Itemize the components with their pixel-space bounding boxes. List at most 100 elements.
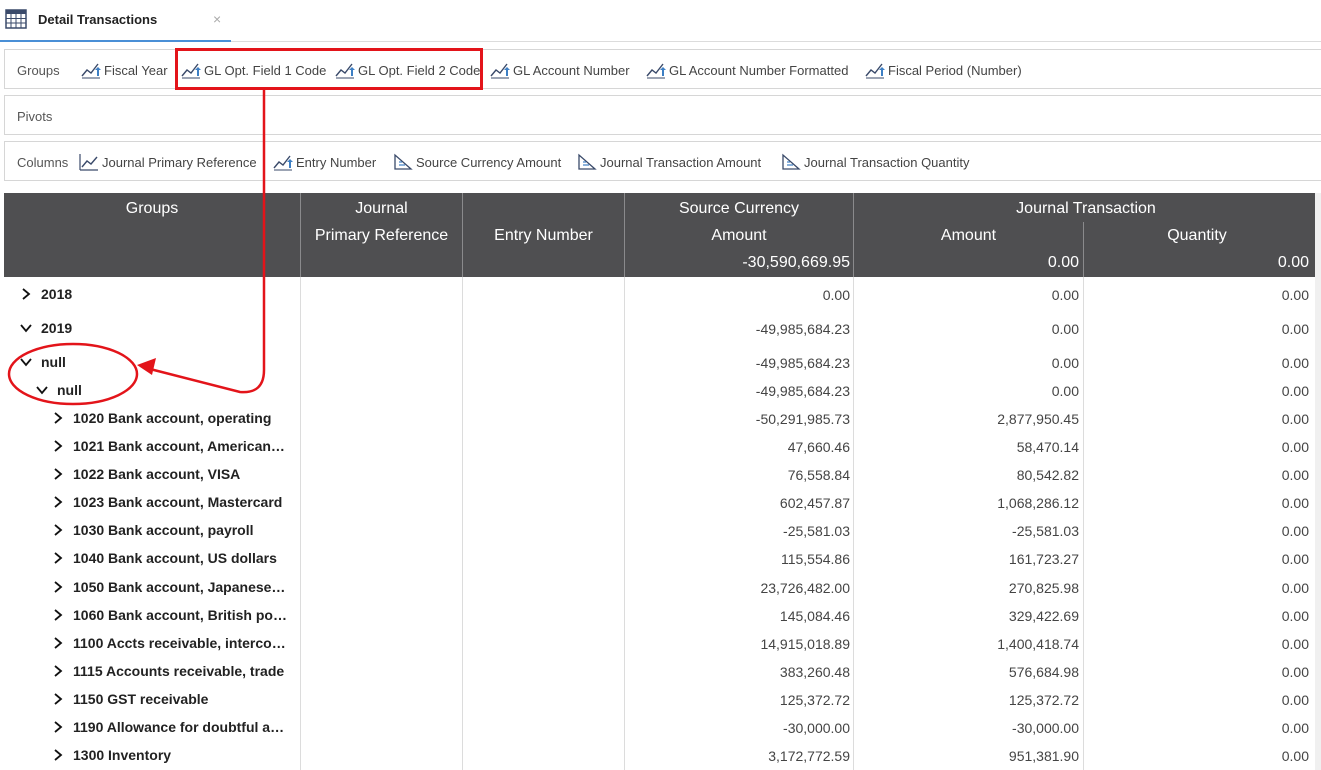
jt-quantity-cell: 0.00: [1281, 636, 1309, 652]
table-row[interactable]: 1100 Accts receivable, interco… 14,915,01…: [4, 631, 1321, 659]
header-journal-transaction: Journal Transaction: [1016, 200, 1156, 217]
group-cell[interactable]: 1150 GST receivable: [52, 691, 294, 707]
table-row[interactable]: 1040 Bank account, US dollars 115,554.86 1…: [4, 546, 1321, 574]
table-row[interactable]: 1030 Bank account, payroll -25,581.03 -25,…: [4, 518, 1321, 546]
source-amount-cell: -49,985,684.23: [755, 355, 850, 371]
table-row[interactable]: 1022 Bank account, VISA 76,558.84 80,542.8…: [4, 462, 1321, 490]
group-cell[interactable]: 1040 Bank account, US dollars: [52, 550, 294, 566]
header-source-line1[interactable]: Source Currency: [625, 200, 853, 218]
source-amount-cell: 602,457.87: [779, 495, 850, 511]
table-row[interactable]: 1115 Accounts receivable, trade 383,260.4…: [4, 659, 1321, 687]
group-cell[interactable]: 1022 Bank account, VISA: [52, 466, 294, 482]
jt-amount-cell: 0.00: [1051, 321, 1079, 337]
table-row[interactable]: 2019 -49,985,684.23 0.00 0.00: [4, 316, 1321, 344]
header-groups[interactable]: Groups: [4, 200, 300, 218]
column-chip-journal-primary-reference[interactable]: Journal Primary Reference: [79, 152, 257, 172]
chevron-right-icon[interactable]: [52, 468, 64, 480]
group-label: 2019: [41, 320, 73, 336]
group-cell[interactable]: 1030 Bank account, payroll: [52, 522, 294, 538]
group-cell[interactable]: 1060 Bank account, British po…: [52, 607, 294, 623]
group-chip-fiscal-year[interactable]: Fiscal Year: [81, 60, 168, 80]
header-journal-line1[interactable]: Journal: [301, 200, 462, 218]
chevron-right-icon[interactable]: [52, 721, 64, 733]
trend-icon: [646, 63, 666, 79]
column-chip-journal-transaction-amount[interactable]: Journal Transaction Amount: [577, 152, 761, 172]
chevron-right-icon[interactable]: [52, 412, 64, 424]
chevron-right-icon[interactable]: [52, 552, 64, 564]
header-source-line2[interactable]: Amount: [625, 227, 853, 245]
chevron-right-icon[interactable]: [52, 637, 64, 649]
group-cell[interactable]: 1021 Bank account, American…: [52, 438, 294, 454]
chevron-down-icon[interactable]: [36, 384, 48, 396]
group-cell[interactable]: null: [36, 382, 294, 398]
group-label: null: [57, 382, 82, 398]
column-chip-label: Journal Primary Reference: [102, 154, 257, 170]
source-amount-cell: -30,000.00: [783, 720, 850, 736]
column-chip-journal-transaction-quantity[interactable]: Journal Transaction Quantity: [781, 152, 969, 172]
chevron-right-icon[interactable]: [52, 693, 64, 705]
header-journal-line2[interactable]: Primary Reference: [301, 227, 462, 245]
trend-icon: [273, 155, 293, 171]
jt-quantity-cell: 0.00: [1281, 321, 1309, 337]
group-cell[interactable]: 1020 Bank account, operating: [52, 410, 294, 426]
group-label: 1190 Allowance for doubtful a…: [73, 719, 285, 735]
group-chip-gl-account-number-formatted[interactable]: GL Account Number Formatted: [646, 60, 848, 80]
chevron-down-icon[interactable]: [20, 322, 32, 334]
group-cell[interactable]: 1190 Allowance for doubtful a…: [52, 719, 294, 735]
vertical-scrollbar[interactable]: [1315, 193, 1321, 770]
table-row[interactable]: null -49,985,684.23 0.00 0.00: [4, 350, 1321, 378]
columns-label: Columns: [17, 155, 69, 170]
column-chip-entry-number[interactable]: Entry Number: [273, 152, 376, 172]
group-cell[interactable]: null: [20, 354, 294, 370]
group-label: 1021 Bank account, American…: [73, 438, 285, 454]
chevron-down-icon[interactable]: [20, 356, 32, 368]
table-row[interactable]: 2018 0.00 0.00 0.00: [4, 282, 1321, 310]
chevron-right-icon[interactable]: [52, 609, 64, 621]
pivots-label: Pivots: [17, 109, 53, 124]
group-cell[interactable]: 1115 Accounts receivable, trade: [52, 663, 294, 679]
jt-quantity-cell: 0.00: [1281, 287, 1309, 303]
close-icon[interactable]: ×: [213, 11, 221, 27]
column-chip-source-currency-amount[interactable]: Source Currency Amount: [393, 152, 561, 172]
group-cell[interactable]: 1023 Bank account, Mastercard: [52, 494, 294, 510]
table-row[interactable]: 1060 Bank account, British po… 145,084.46…: [4, 603, 1321, 631]
group-cell[interactable]: 1100 Accts receivable, interco…: [52, 635, 294, 651]
group-label: 1060 Bank account, British po…: [73, 607, 287, 623]
chevron-right-icon[interactable]: [20, 288, 32, 300]
table-row[interactable]: 1020 Bank account, operating -50,291,985.…: [4, 406, 1321, 434]
table-row[interactable]: null -49,985,684.23 0.00 0.00: [4, 378, 1321, 406]
table-row[interactable]: 1023 Bank account, Mastercard 602,457.87 1…: [4, 490, 1321, 518]
group-chip-fiscal-period[interactable]: Fiscal Period (Number): [865, 60, 1022, 80]
table-row[interactable]: 1300 Inventory 3,172,772.59 951,381.90 0.00: [4, 743, 1321, 770]
header-jt-quantity[interactable]: Quantity: [1084, 227, 1310, 245]
chevron-right-icon[interactable]: [52, 496, 64, 508]
jt-quantity-cell: 0.00: [1281, 495, 1309, 511]
group-cell[interactable]: 1300 Inventory: [52, 747, 294, 763]
group-chip-label: Fiscal Year: [104, 62, 168, 78]
chevron-right-icon[interactable]: [52, 665, 64, 677]
table-row[interactable]: 1021 Bank account, American… 47,660.46 58,…: [4, 434, 1321, 462]
source-amount-cell: 23,726,482.00: [760, 580, 850, 596]
chevron-right-icon[interactable]: [52, 581, 64, 593]
chevron-right-icon[interactable]: [52, 524, 64, 536]
pivots-bar[interactable]: Pivots: [4, 95, 1321, 135]
jt-amount-cell: 161,723.27: [1008, 551, 1079, 567]
table-row[interactable]: 1050 Bank account, Japanese… 23,726,482.0…: [4, 575, 1321, 603]
table-row[interactable]: 1150 GST receivable 125,372.72 125,372.72 0…: [4, 687, 1321, 715]
jt-quantity-cell: 0.00: [1281, 523, 1309, 539]
jt-amount-cell: 329,422.69: [1008, 608, 1079, 624]
total-jt-amount: 0.00: [1047, 254, 1079, 271]
jt-amount-cell: -30,000.00: [1012, 720, 1079, 736]
group-cell[interactable]: 2019: [20, 320, 294, 336]
jt-amount-cell: 0.00: [1051, 355, 1079, 371]
chevron-right-icon[interactable]: [52, 749, 64, 761]
header-jt-amount[interactable]: Amount: [854, 227, 1083, 245]
group-chip-gl-account-number[interactable]: GL Account Number: [490, 60, 630, 80]
tab-detail-transactions[interactable]: Detail Transactions ×: [0, 0, 231, 42]
group-cell[interactable]: 1050 Bank account, Japanese…: [52, 579, 294, 595]
header-entry-number[interactable]: Entry Number: [463, 227, 624, 245]
chevron-right-icon[interactable]: [52, 440, 64, 452]
source-amount-cell: -49,985,684.23: [755, 321, 850, 337]
group-cell[interactable]: 2018: [20, 286, 294, 302]
table-row[interactable]: 1190 Allowance for doubtful a… -30,000.00…: [4, 715, 1321, 743]
